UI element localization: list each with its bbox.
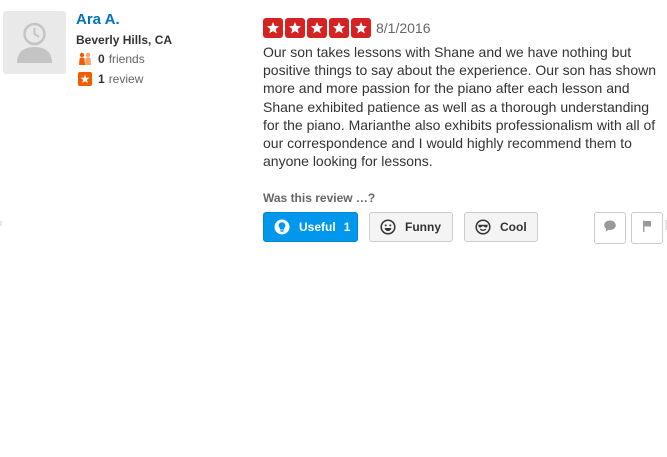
- friends-icon: [78, 52, 92, 66]
- useful-button[interactable]: Useful 1: [263, 212, 358, 242]
- default-user-avatar-icon: [17, 22, 52, 63]
- funny-label: Funny: [405, 220, 441, 234]
- page-edge-mark: [0, 221, 2, 226]
- sunglasses-face-icon: [475, 219, 491, 235]
- flag-icon: [640, 219, 654, 238]
- review-count-row: 1 review: [78, 72, 143, 86]
- user-location: Beverly Hills, CA: [76, 33, 173, 47]
- user-avatar[interactable]: [3, 11, 66, 74]
- cool-button[interactable]: Cool: [464, 212, 538, 242]
- smiley-face-icon: [380, 219, 396, 235]
- friends-label: friends: [108, 52, 145, 66]
- comment-button[interactable]: [594, 212, 626, 244]
- star-icon: [351, 18, 371, 38]
- cool-label: Cool: [500, 220, 527, 234]
- vote-prompt: Was this review …?: [263, 191, 376, 205]
- star-icon: [307, 18, 327, 38]
- useful-label: Useful: [299, 220, 336, 234]
- funny-button[interactable]: Funny: [369, 212, 453, 242]
- review-date: 8/1/2016: [376, 20, 431, 36]
- star-icon: [329, 18, 349, 38]
- friends-count-row: 0 friends: [78, 52, 145, 66]
- star-icon: [285, 18, 305, 38]
- review-star-icon: [78, 72, 92, 86]
- friends-count: 0: [98, 52, 105, 66]
- star-icon: [263, 18, 283, 38]
- star-rating: [263, 18, 373, 38]
- speech-bubble-icon: [603, 219, 617, 238]
- review-count-label: review: [108, 72, 144, 86]
- review-count: 1: [98, 72, 105, 86]
- lightbulb-icon: [274, 219, 290, 235]
- useful-count: 1: [343, 220, 351, 234]
- flag-button[interactable]: [631, 212, 663, 244]
- user-name-link[interactable]: Ara A.: [76, 11, 120, 28]
- review-text: Our son takes lessons with Shane and we …: [263, 44, 657, 170]
